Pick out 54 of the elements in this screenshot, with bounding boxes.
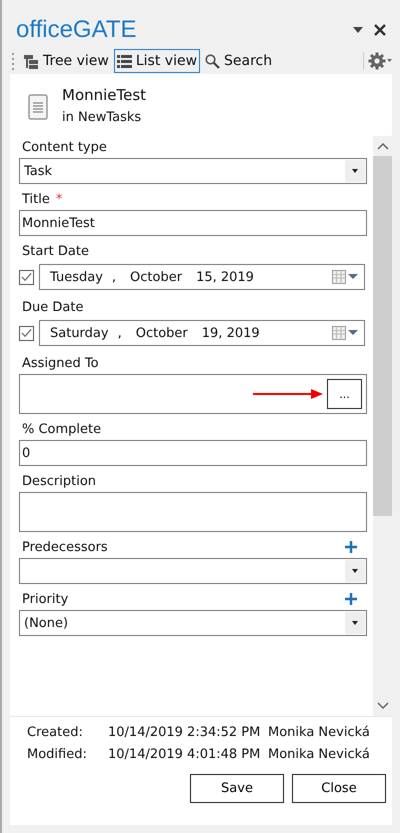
item-location: in NewTasks bbox=[62, 110, 142, 125]
field-label: % Complete bbox=[22, 422, 102, 436]
required-mark: * bbox=[56, 192, 62, 206]
browse-button[interactable]: ... bbox=[327, 379, 362, 409]
document-icon bbox=[28, 94, 48, 120]
caret-icon bbox=[352, 569, 358, 573]
settings-icon[interactable] bbox=[363, 52, 392, 70]
scrollbar[interactable] bbox=[373, 136, 392, 716]
add-icon[interactable] bbox=[345, 541, 357, 553]
dropdown-field[interactable]: Task bbox=[19, 158, 367, 184]
calendar-icon[interactable] bbox=[332, 326, 358, 340]
meta-time: 10/14/2019 2:34:52 PM bbox=[108, 725, 262, 740]
text-field[interactable]: MonnieTest bbox=[19, 210, 367, 236]
grip-icon bbox=[12, 52, 15, 70]
date-picker[interactable]: Saturday , October 19, 2019 bbox=[39, 320, 365, 346]
field-label: Assigned To bbox=[22, 356, 99, 370]
dropdown-field[interactable] bbox=[19, 558, 367, 584]
meta-time: 10/14/2019 4:01:48 PM bbox=[108, 747, 262, 762]
view-tab[interactable]: Tree view bbox=[21, 49, 112, 73]
dialog-button[interactable]: Close bbox=[292, 774, 386, 803]
checkbox[interactable] bbox=[19, 326, 34, 340]
dropdown-field[interactable]: (None) bbox=[19, 610, 367, 636]
date-picker[interactable]: Tuesday , October 15, 2019 bbox=[39, 264, 365, 290]
close-icon[interactable] bbox=[374, 24, 386, 36]
field-label: Start Date bbox=[22, 244, 89, 258]
scroll-down-icon[interactable] bbox=[376, 702, 388, 710]
field-label: Due Date bbox=[22, 300, 84, 314]
text-field[interactable]: 0 bbox=[19, 440, 367, 466]
meta-label: Created: bbox=[27, 725, 84, 740]
dialog-button[interactable]: Save bbox=[190, 774, 284, 803]
field-label: Content type bbox=[22, 140, 107, 154]
meta-user: Monika Nevická bbox=[268, 725, 370, 740]
caret-icon bbox=[352, 169, 358, 173]
field-label: Title bbox=[22, 192, 50, 206]
calendar-icon[interactable] bbox=[332, 270, 358, 284]
list-icon bbox=[116, 54, 132, 68]
dropdown-icon[interactable] bbox=[352, 26, 364, 34]
add-icon[interactable] bbox=[345, 593, 357, 605]
field-label: Predecessors bbox=[22, 540, 108, 554]
item-name: MonnieTest bbox=[62, 86, 146, 104]
view-tab[interactable]: List view bbox=[114, 49, 200, 73]
meta-label: Modified: bbox=[27, 747, 88, 762]
pane-title: officeGATE bbox=[16, 16, 138, 44]
tree-icon bbox=[24, 54, 39, 68]
meta-user: Monika Nevická bbox=[268, 747, 370, 762]
field-label: Description bbox=[22, 474, 96, 488]
text-area[interactable] bbox=[19, 492, 367, 532]
scroll-up-icon[interactable] bbox=[376, 142, 388, 150]
people-field[interactable]: ... bbox=[19, 374, 367, 414]
checkbox[interactable] bbox=[19, 270, 34, 284]
view-tab[interactable]: Search bbox=[202, 49, 276, 73]
caret-icon bbox=[352, 621, 358, 625]
field-label: Priority bbox=[22, 592, 68, 606]
search-icon bbox=[205, 54, 220, 68]
